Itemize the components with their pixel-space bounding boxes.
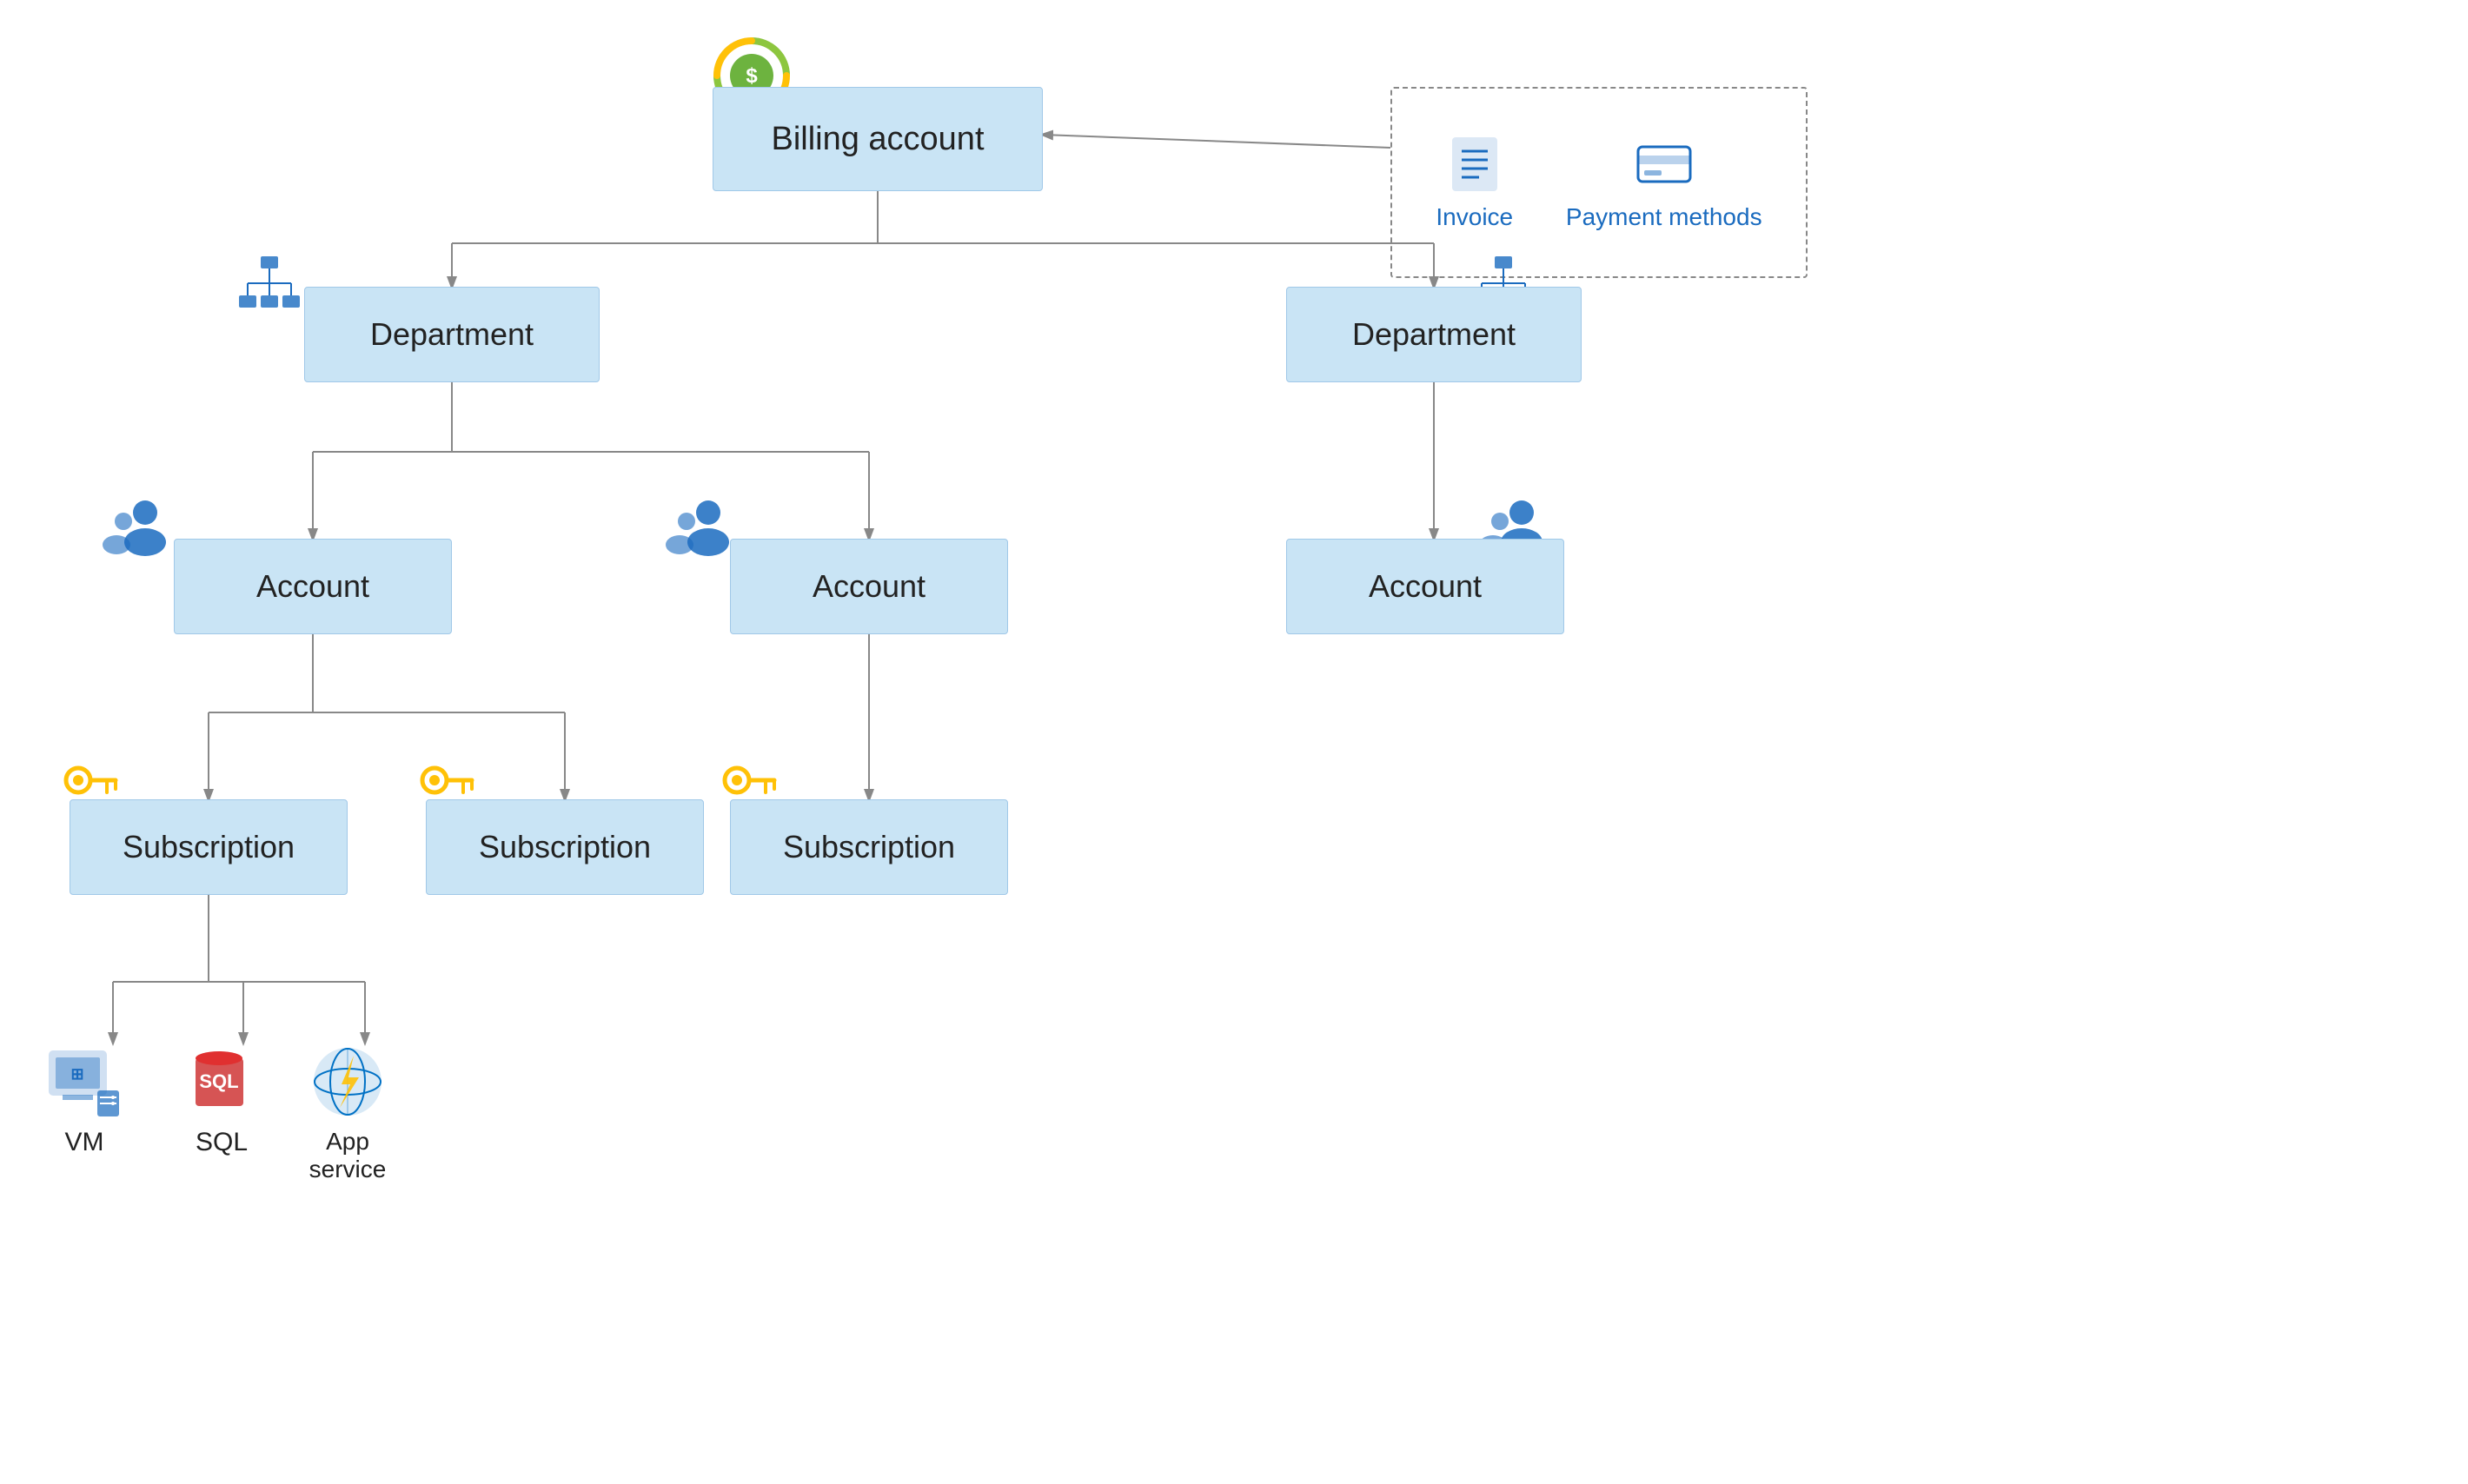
sql-label: SQL — [196, 1128, 248, 1157]
department1-label: Department — [370, 316, 534, 353]
subscription1-box: Subscription — [70, 799, 348, 895]
account2-box: Account — [730, 539, 1008, 634]
department2-box: Department — [1286, 287, 1582, 382]
account1-box: Account — [174, 539, 452, 634]
department1-icon — [235, 252, 304, 326]
appservice-leaf: Appservice — [308, 1043, 387, 1183]
svg-text:SQL: SQL — [199, 1070, 238, 1092]
billing-account-box: Billing account — [713, 87, 1043, 191]
invoice-item: Invoice — [1436, 134, 1513, 231]
svg-text:⊞: ⊞ — [70, 1065, 83, 1083]
sql-icon: SQL — [182, 1043, 261, 1121]
account2-label: Account — [813, 568, 926, 605]
payment-icon — [1634, 134, 1695, 195]
invoice-label: Invoice — [1436, 203, 1513, 231]
subscription3-label: Subscription — [783, 829, 955, 865]
vm-icon: ⊞ — [45, 1043, 123, 1121]
department1-box: Department — [304, 287, 600, 382]
subscription2-label: Subscription — [479, 829, 651, 865]
subscription2-box: Subscription — [426, 799, 704, 895]
payment-item: Payment methods — [1566, 134, 1762, 231]
subscription1-label: Subscription — [123, 829, 295, 865]
invoice-icon — [1444, 134, 1505, 195]
department2-label: Department — [1352, 316, 1516, 353]
account3-box: Account — [1286, 539, 1564, 634]
subscription3-box: Subscription — [730, 799, 1008, 895]
billing-account-label: Billing account — [771, 121, 984, 158]
appservice-icon — [308, 1043, 387, 1121]
diagram-container: $ Billing account Invoice Paym — [0, 0, 2468, 1484]
svg-text:$: $ — [746, 64, 758, 88]
vm-leaf: ⊞ VM — [45, 1043, 123, 1157]
appservice-label: Appservice — [309, 1128, 387, 1183]
account2-icon — [660, 497, 739, 580]
account1-icon — [97, 497, 176, 580]
payment-label: Payment methods — [1566, 203, 1762, 231]
connector-lines — [0, 0, 2468, 1484]
account3-label: Account — [1369, 568, 1482, 605]
invoice-payment-box: Invoice Payment methods — [1390, 87, 1808, 278]
sql-leaf: SQL SQL — [182, 1043, 261, 1157]
vm-label: VM — [65, 1128, 104, 1157]
account1-label: Account — [256, 568, 369, 605]
